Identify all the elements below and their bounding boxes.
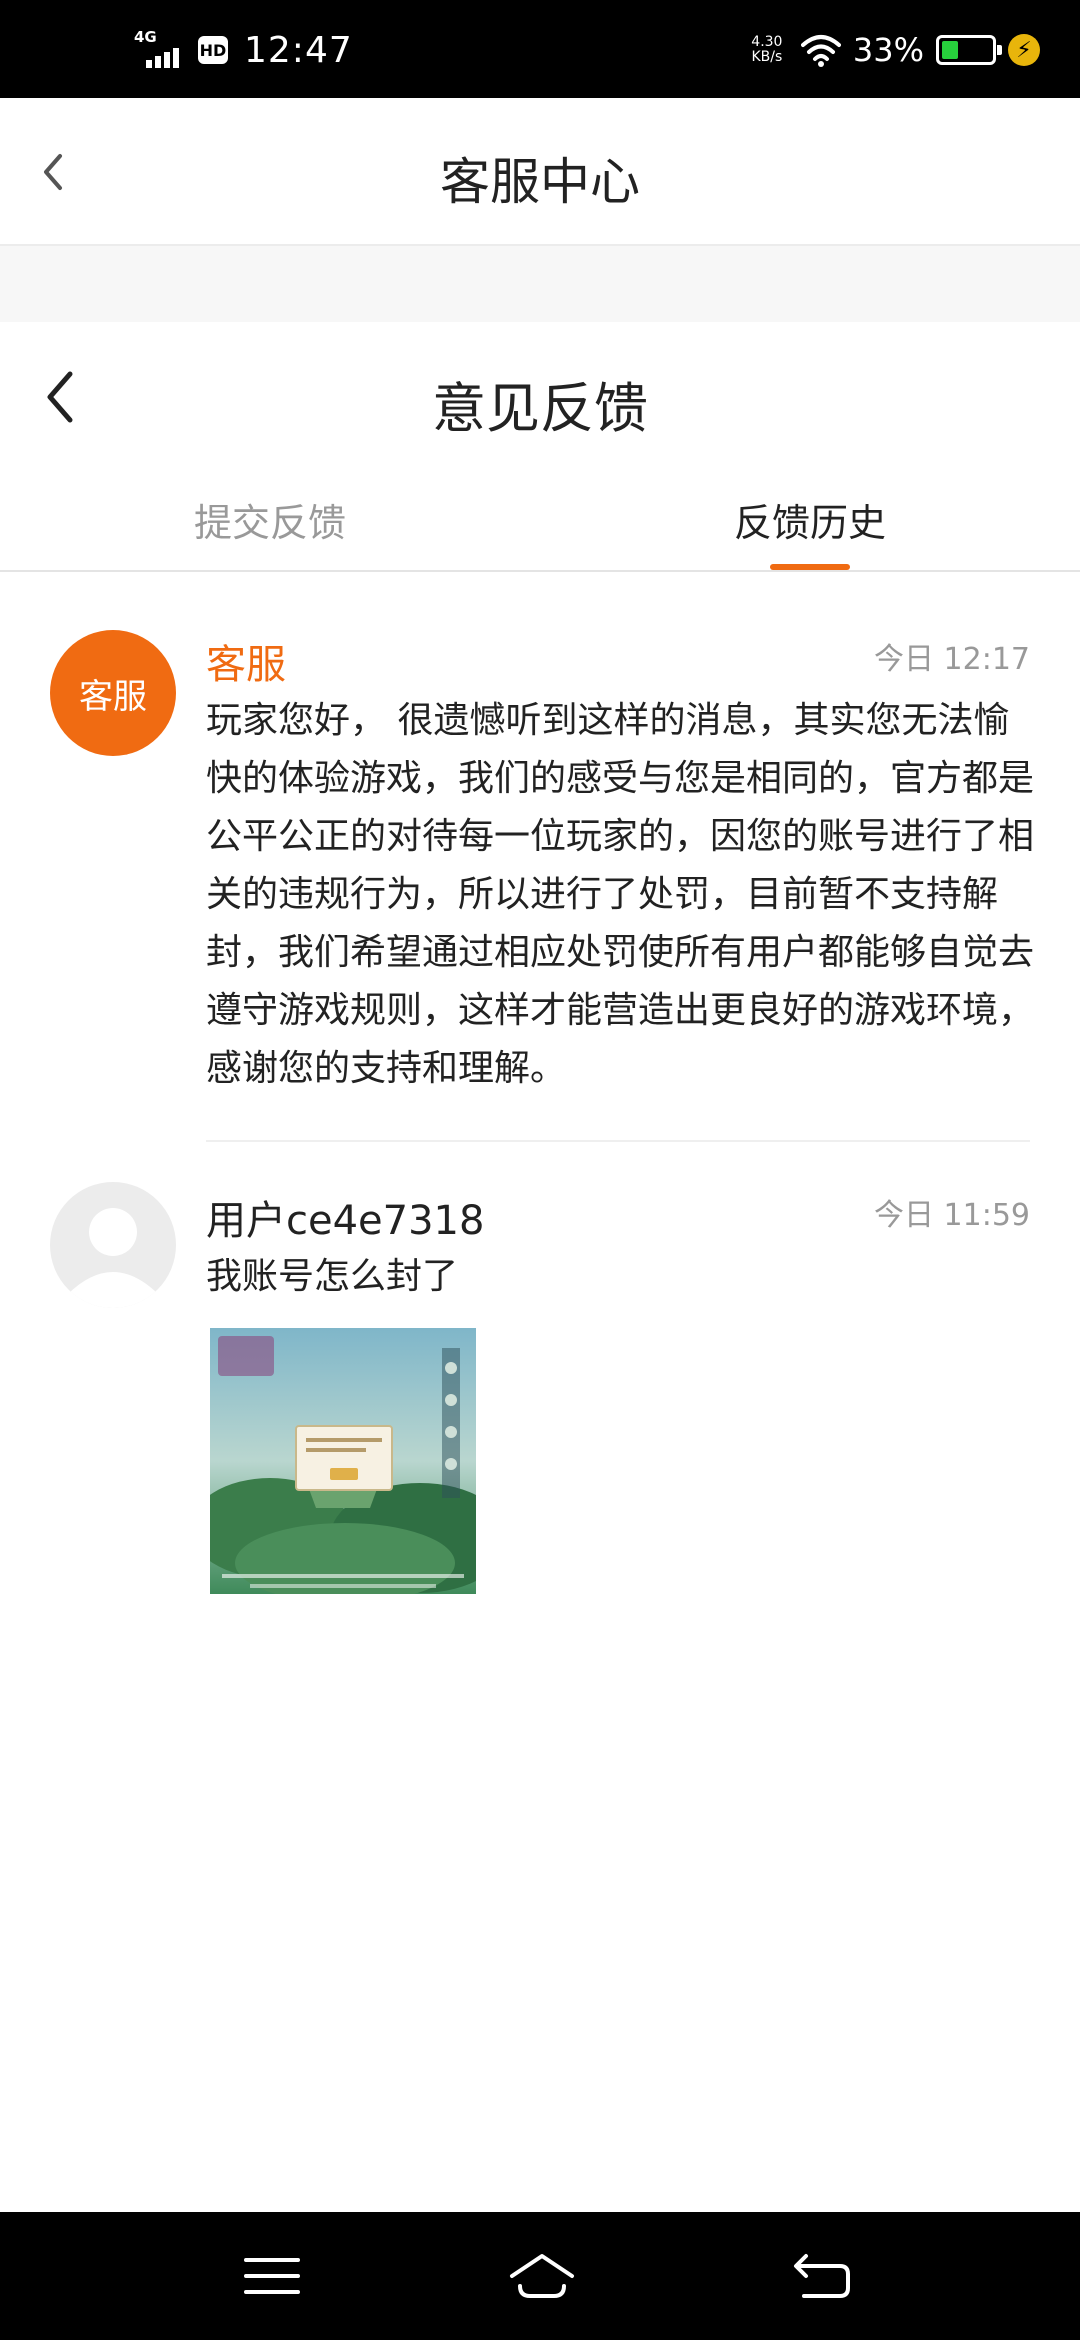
back-icon[interactable] [790, 2246, 854, 2306]
status-left: 4G HD 12:47 [132, 22, 353, 78]
support-avatar: 客服 [50, 630, 176, 756]
navigation-bar [0, 2212, 1080, 2340]
status-bar: 4G HD 12:47 4.30 KB/s 33% ⚡ [0, 0, 1080, 98]
tab-feedback-history[interactable]: 反馈历史 [660, 492, 960, 547]
game-screenshot-thumbnail[interactable] [210, 1328, 476, 1594]
tab-bar: 提交反馈 反馈历史 [0, 472, 1080, 572]
battery-fill [942, 41, 958, 59]
speed-unit: KB/s [751, 49, 783, 65]
feedback-title: 意见反馈 [432, 377, 648, 440]
top-header: 客服中心 [0, 98, 1080, 246]
clock: 12:47 [244, 29, 353, 71]
sender-name: 客服 [206, 642, 286, 688]
menu-icon[interactable] [240, 2246, 304, 2306]
message-time: 今日 12:17 [874, 642, 1030, 677]
hd-icon: HD [198, 36, 228, 64]
tab-submit-feedback[interactable]: 提交反馈 [120, 492, 420, 547]
signal-icon: 4G [132, 28, 188, 72]
sender-name: 用户ce4e7318 [206, 1198, 485, 1244]
network-type: 4G [134, 28, 157, 46]
message-text: 玩家您好， 很遗憾听到这样的消息，其实您无法愉快的体验游戏，我们的感受与您是相同… [206, 700, 1035, 1089]
header-spacer [0, 246, 1080, 322]
message-text: 我账号怎么封了 [206, 1256, 459, 1297]
page-title: 客服中心 [440, 153, 640, 211]
default-user-avatar-icon [50, 1182, 176, 1308]
battery-icon [936, 35, 1002, 65]
feedback-header: 意见反馈 [0, 322, 1080, 472]
charging-icon: ⚡ [1008, 34, 1040, 66]
battery-percent: 33% [852, 31, 924, 69]
status-right: 4.30 KB/s 33% ⚡ [745, 22, 1040, 78]
speed-value: 4.30 [751, 34, 783, 50]
active-tab-indicator [770, 564, 850, 570]
wifi-icon [800, 35, 841, 67]
message-time: 今日 11:59 [874, 1198, 1030, 1233]
message-divider [206, 1140, 1030, 1142]
network-speed: 4.30 KB/s [745, 35, 789, 65]
home-icon[interactable] [506, 2246, 578, 2306]
